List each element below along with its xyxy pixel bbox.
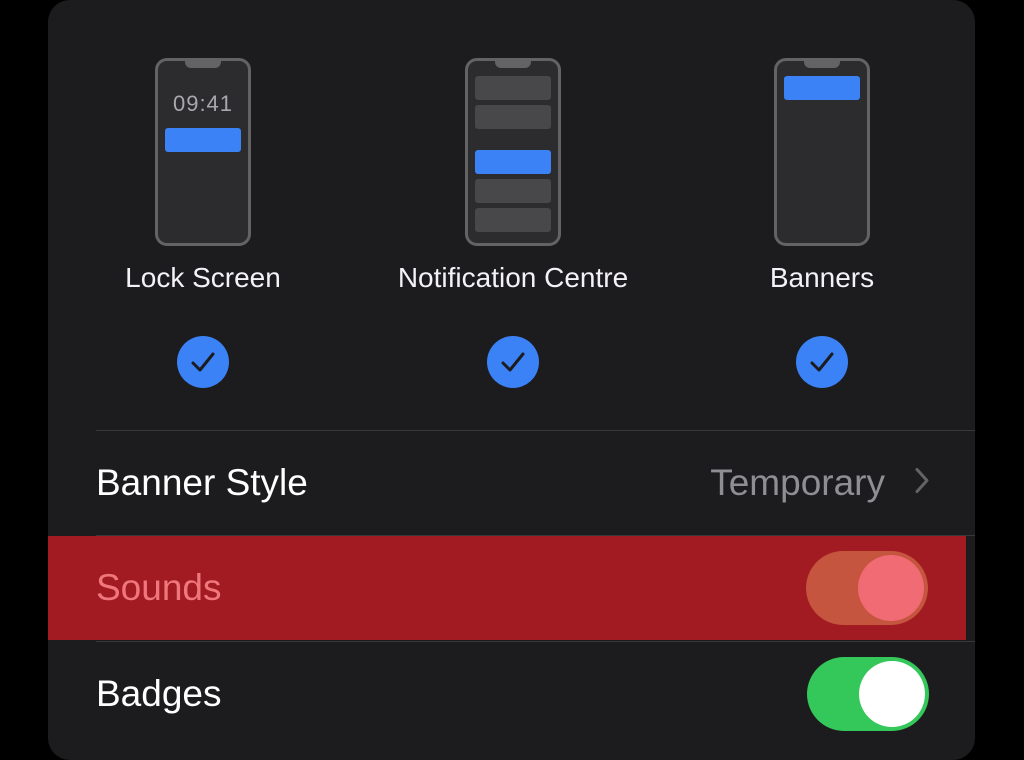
banner-style-label: Banner Style — [96, 462, 308, 503]
sounds-row: Sounds — [48, 536, 966, 640]
lock-screen-notification-bar — [165, 128, 241, 152]
badges-toggle[interactable] — [807, 657, 929, 731]
lock-screen-time: 09:41 — [172, 91, 234, 116]
banner-style-row[interactable]: Banner Style Temporary — [48, 431, 975, 535]
badges-toggle-knob — [859, 661, 925, 727]
lock-screen-phone-icon: 09:41 — [155, 58, 251, 246]
banners-phone-icon — [774, 58, 870, 246]
alert-option-banners[interactable]: Banners — [667, 0, 975, 430]
sounds-label: Sounds — [96, 567, 222, 608]
notification-centre-label: Notification Centre — [397, 262, 629, 293]
banner-style-value: Temporary — [710, 462, 885, 503]
sounds-toggle-knob — [858, 555, 924, 621]
notification-centre-checkmark-icon[interactable] — [487, 336, 539, 388]
banners-label: Banners — [769, 262, 875, 293]
banners-notification-bar — [784, 76, 860, 100]
lock-screen-checkmark-icon[interactable] — [177, 336, 229, 388]
badges-label: Badges — [96, 673, 222, 714]
lock-screen-label: Lock Screen — [125, 262, 281, 293]
alert-option-notification-centre[interactable]: Notification Centre — [358, 0, 668, 430]
notifications-panel: 09:41 Lock Screen Notification Centre Ba… — [48, 0, 975, 760]
alert-style-previews: 09:41 Lock Screen Notification Centre Ba… — [48, 0, 975, 430]
banners-checkmark-icon[interactable] — [796, 336, 848, 388]
chevron-right-icon — [913, 466, 931, 501]
alert-option-lock-screen[interactable]: 09:41 Lock Screen — [48, 0, 358, 430]
badges-row: Badges — [48, 642, 975, 746]
sounds-toggle[interactable] — [806, 551, 928, 625]
notification-centre-phone-icon — [465, 58, 561, 246]
notification-centre-highlight-bar — [475, 150, 551, 174]
